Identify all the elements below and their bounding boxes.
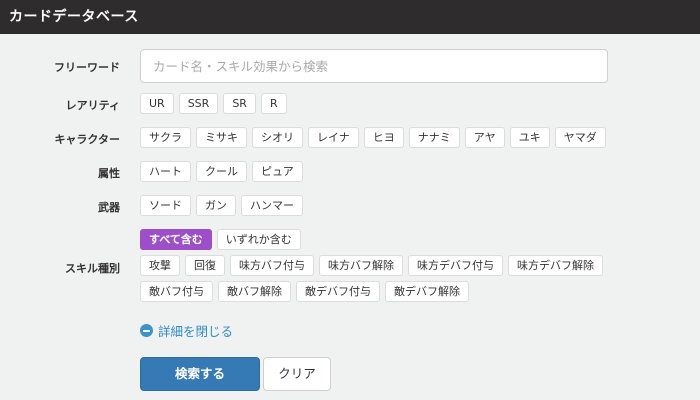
- rarity-label: レアリティ: [65, 99, 120, 112]
- skill-chip[interactable]: 味方デバフ付与: [408, 255, 503, 276]
- character-chip[interactable]: サクラ: [140, 127, 191, 148]
- attribute-chip[interactable]: ハート: [140, 161, 191, 182]
- character-chip[interactable]: ユキ: [509, 127, 550, 148]
- skill-chip[interactable]: 敵バフ付与: [140, 281, 213, 302]
- toggle-details-label: 詳細を閉じる: [158, 324, 234, 339]
- weapon-chip[interactable]: ソード: [140, 195, 191, 216]
- attribute-chip[interactable]: ピュア: [252, 161, 303, 182]
- rarity-options: UR SSR SR R: [140, 93, 287, 114]
- match-all-toggle[interactable]: すべて含む: [140, 229, 212, 250]
- search-input[interactable]: [140, 49, 608, 83]
- skill-chip[interactable]: 味方バフ解除: [319, 255, 403, 276]
- minus-circle-icon: [140, 324, 153, 337]
- character-chip[interactable]: ヤマダ: [554, 127, 606, 148]
- skill-chip[interactable]: 敵バフ解除: [218, 281, 291, 302]
- character-chip[interactable]: アヤ: [464, 127, 505, 148]
- skill-chip[interactable]: 攻撃: [140, 255, 180, 276]
- rarity-chip[interactable]: UR: [140, 93, 174, 114]
- weapon-options: ソード ガン ハンマー: [140, 195, 303, 216]
- freeword-label: フリーワード: [54, 61, 120, 74]
- skill-chip[interactable]: 回復: [185, 255, 225, 276]
- rarity-chip[interactable]: R: [260, 93, 287, 114]
- match-any-toggle[interactable]: いずれか含む: [216, 229, 301, 250]
- weapon-chip[interactable]: ガン: [196, 195, 236, 216]
- weapon-label: 武器: [98, 201, 120, 214]
- character-chip[interactable]: レイナ: [308, 127, 359, 148]
- skill-match-mode: すべて含む いずれか含む: [140, 229, 301, 250]
- character-chip[interactable]: ナナミ: [408, 127, 460, 148]
- weapon-chip[interactable]: ハンマー: [241, 195, 303, 216]
- clear-button[interactable]: クリア: [263, 357, 331, 391]
- search-button[interactable]: 検索する: [140, 357, 260, 391]
- character-chip[interactable]: ヒヨ: [363, 127, 404, 148]
- character-options: サクラ ミサキ シオリ レイナ ヒヨ ナナミ アヤ ユキ ヤマダ: [140, 127, 606, 148]
- attribute-label: 属性: [98, 167, 120, 180]
- attribute-options: ハート クール ピュア: [140, 161, 303, 182]
- toggle-details-link[interactable]: 詳細を閉じる: [140, 321, 233, 340]
- skill-chip[interactable]: 味方デバフ解除: [508, 255, 603, 276]
- character-chip[interactable]: シオリ: [252, 127, 303, 148]
- character-label: キャラクター: [54, 133, 120, 146]
- skill-chip[interactable]: 敵デバフ解除: [385, 281, 469, 302]
- rarity-chip[interactable]: SSR: [178, 93, 219, 114]
- skill-type-label: スキル種別: [65, 262, 120, 275]
- skill-chip[interactable]: 敵デバフ付与: [296, 281, 380, 302]
- rarity-chip[interactable]: SR: [223, 93, 256, 114]
- skill-chip[interactable]: 味方バフ付与: [230, 255, 314, 276]
- skill-options-row-1: 攻撃 回復 味方バフ付与 味方バフ解除 味方デバフ付与 味方デバフ解除: [140, 255, 603, 276]
- attribute-chip[interactable]: クール: [196, 161, 247, 182]
- skill-options-row-2: 敵バフ付与 敵バフ解除 敵デバフ付与 敵デバフ解除: [140, 281, 469, 302]
- page-title: カードデータベース: [0, 0, 700, 34]
- character-chip[interactable]: ミサキ: [196, 127, 247, 148]
